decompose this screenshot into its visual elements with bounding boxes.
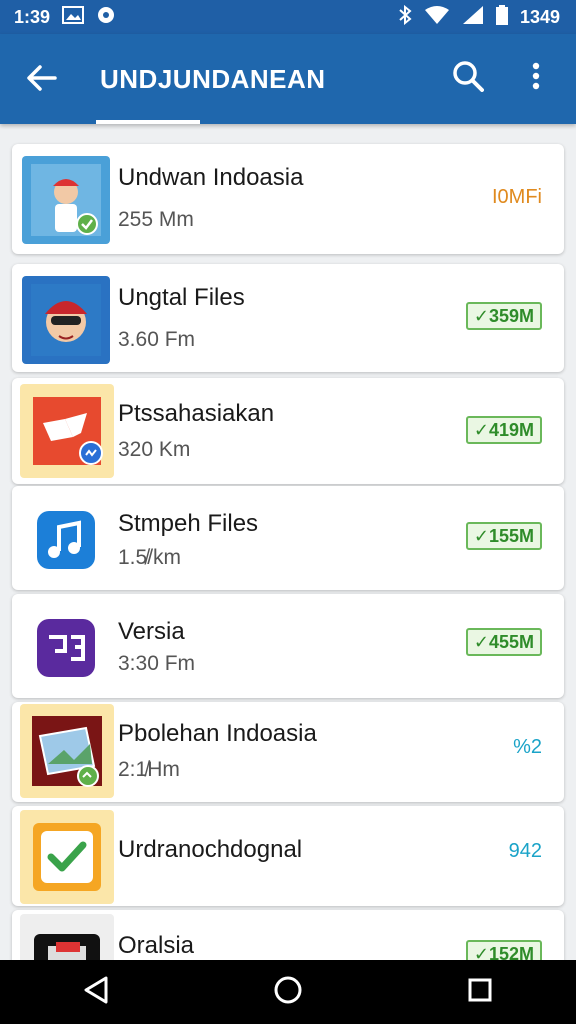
item-meta: 320 Km [118, 438, 191, 461]
character-app-icon [22, 276, 110, 364]
item-meta: 2:1̸Hm [118, 758, 180, 781]
checkmark-app-icon [20, 810, 114, 904]
list-item[interactable]: Versia 3:30 Fm ✓455M [12, 594, 564, 698]
item-size: %2 [513, 736, 542, 758]
red-flag-app-icon [20, 384, 114, 478]
list-item[interactable]: Urdranochdognal 942 [12, 806, 564, 906]
list-item[interactable]: Stmpeh Files 1.5̸/km ✓155M [12, 486, 564, 590]
more-options-button[interactable] [518, 58, 554, 98]
item-size: 942 [508, 840, 542, 862]
item-meta: 3:30 Fm [118, 652, 196, 675]
bluetooth-icon [398, 4, 412, 30]
purple-app-icon [22, 604, 110, 692]
item-size-badge: ✓455M [465, 628, 542, 656]
nav-home-button[interactable] [258, 967, 318, 1017]
battery-text: 1349 [519, 6, 560, 27]
character-app-icon [22, 156, 110, 244]
page-title: UNDJUNDANEAN [100, 64, 326, 94]
back-arrow-icon [27, 64, 57, 96]
list-item[interactable]: Ptssahasiakan 320 Km ✓419M [12, 378, 564, 484]
item-meta: 3.60 Fm [118, 328, 196, 351]
photo-app-icon [20, 704, 114, 798]
item-name: Versia [118, 618, 185, 645]
item-meta: 255 Mm [118, 208, 194, 231]
back-triangle-icon [83, 976, 109, 1009]
image-icon [62, 5, 85, 29]
item-name: Urdranochdognal [118, 836, 303, 863]
item-name: Stmpeh Files [118, 510, 259, 537]
list-item[interactable]: Pbolehan Indoasia 2:1̸Hm %2 [12, 702, 564, 802]
item-meta: 1.5̸/km [118, 546, 182, 569]
list-item[interactable]: Undwan Indoasia 255 Mm I0MFi [12, 144, 564, 254]
music-note-icon [22, 496, 110, 584]
item-name: Pbolehan Indoasia [118, 720, 317, 747]
clock: 1:39 [14, 6, 51, 27]
search-icon [452, 60, 484, 97]
item-size-badge: ✓419M [465, 416, 542, 444]
battery-icon [495, 4, 508, 30]
list-item[interactable]: Ungtal Files 3.60 Fm ✓359M [12, 264, 564, 372]
status-bar: 1:39 1349 [0, 0, 576, 34]
dark-app-icon [20, 914, 114, 960]
recents-square-icon [467, 977, 493, 1008]
item-size-badge: ✓155M [465, 522, 542, 550]
app-bar: UNDJUNDANEAN [0, 34, 576, 124]
item-size: I0MFi [492, 186, 542, 208]
item-name: Ptssahasiakan [118, 400, 275, 427]
wifi-icon [424, 5, 450, 30]
search-button[interactable] [448, 58, 488, 98]
record-icon [96, 5, 116, 30]
item-name: Oralsia [118, 932, 195, 959]
download-list: Undwan Indoasia 255 Mm I0MFi Ungtal File… [0, 124, 576, 960]
nav-recents-button[interactable] [450, 967, 510, 1017]
more-vert-icon [532, 62, 540, 95]
nav-back-button[interactable] [66, 967, 126, 1017]
item-size-badge: ✓152M [465, 940, 542, 960]
back-button[interactable] [22, 60, 62, 100]
list-item[interactable]: Oralsia ✓152M [12, 910, 564, 960]
item-name: Ungtal Files [118, 284, 245, 311]
item-size-badge: ✓359M [465, 302, 542, 330]
home-circle-icon [273, 975, 303, 1010]
item-name: Undwan Indoasia [118, 164, 304, 191]
system-nav-bar [0, 960, 576, 1024]
signal-icon [462, 5, 484, 30]
